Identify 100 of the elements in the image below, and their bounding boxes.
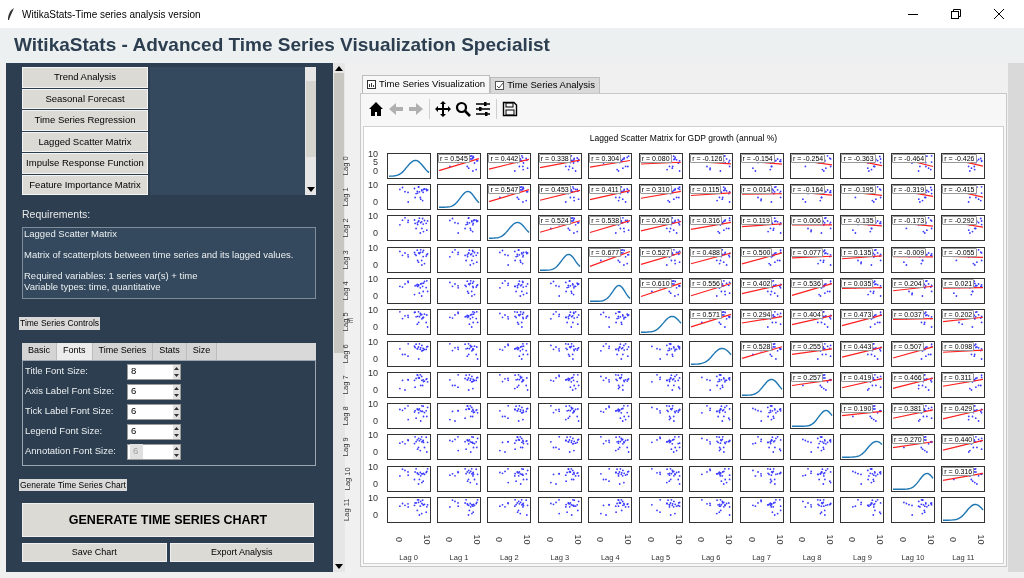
scroll-down-icon[interactable] — [306, 187, 315, 193]
tick-label: 0 — [373, 260, 379, 270]
chart-title: Lagged Scatter Matrix for GDP growth (annual %) — [589, 132, 778, 145]
spin-arrows-icon[interactable] — [173, 404, 180, 419]
tab[interactable]: Stats — [153, 342, 187, 360]
requirements-text-box[interactable]: Lagged Scatter Matrix Matrix of scatterplots between time series and its lagged values. Required variables: 1 series var(s) + time Variable types: time, quantitative — [22, 226, 316, 299]
scroll-up-icon[interactable] — [335, 65, 343, 71]
close-icon[interactable] — [994, 9, 1004, 19]
tick-label: 0 — [897, 537, 907, 543]
scatter-plot — [436, 277, 481, 304]
scatter-plot — [436, 309, 481, 336]
density-plot — [739, 371, 784, 398]
spinbox[interactable]: 6 — [127, 423, 181, 440]
analysis-button[interactable]: Seasonal Forecast — [22, 88, 148, 109]
tick-label: 0 — [746, 537, 756, 543]
action-button[interactable]: Export Analysis — [169, 543, 314, 563]
scatter-plot — [436, 403, 481, 430]
scatter-plot — [638, 497, 683, 523]
tick-label: 0 — [373, 229, 379, 239]
analysis-button[interactable]: Trend Analysis — [22, 67, 148, 88]
tab[interactable]: Size — [186, 342, 218, 360]
scatter-plot — [588, 497, 633, 523]
scatter-plot — [537, 465, 582, 492]
scatter-plot — [487, 403, 532, 430]
scatter-plot — [638, 434, 683, 461]
analysis-button[interactable]: Lagged Scatter Matrix — [22, 131, 148, 152]
analysis-button[interactable]: Feature Importance Matrix — [22, 174, 148, 195]
scatter-plot — [689, 465, 734, 492]
search-icon[interactable] — [455, 101, 471, 117]
restore-icon[interactable] — [951, 9, 961, 19]
tab[interactable]: Time Series — [92, 342, 154, 360]
scatter-plot — [386, 340, 431, 367]
scatter-plot — [537, 340, 582, 367]
spinbox[interactable]: 6 — [127, 383, 181, 400]
home-icon[interactable] — [368, 101, 384, 117]
generate-button[interactable]: GENERATE TIME SERIES CHART — [22, 503, 314, 538]
tick-label: 10 — [368, 181, 379, 191]
tab[interactable]: Basic — [22, 342, 57, 360]
save-icon[interactable] — [502, 101, 518, 117]
scatter-plot — [487, 465, 532, 492]
tick-label: 0 — [847, 537, 857, 543]
tick-label: 10 — [368, 462, 379, 472]
scatter-plot — [487, 277, 532, 304]
scatter-plot — [386, 277, 431, 304]
tick-label: 0 — [373, 511, 379, 520]
tab[interactable]: Time Series Analysis — [490, 77, 600, 93]
spin-arrows-icon[interactable] — [173, 384, 180, 399]
spinbox[interactable]: 8 — [127, 363, 181, 380]
scatter-plot — [588, 309, 633, 336]
field-label: Legend Font Size: — [24, 424, 104, 439]
scatter-plot — [386, 246, 431, 273]
spin-arrows-icon[interactable] — [173, 364, 180, 379]
tick-label: 0 — [373, 198, 379, 208]
scatter-plot — [739, 434, 784, 461]
scroll-thumb[interactable] — [305, 81, 316, 157]
tick-label: 0 — [373, 354, 379, 364]
scatter-plot — [487, 371, 532, 398]
tab[interactable]: Time Series Visualization — [362, 75, 491, 93]
analysis-button[interactable]: Time Series Regression — [22, 110, 148, 131]
list-scrollbar[interactable] — [305, 67, 316, 195]
section-label: Generate Time Series Chart — [19, 478, 127, 492]
feather-icon — [6, 7, 16, 21]
requirements-text: Matrix of scatterplots between time series and its lagged values. — [24, 248, 295, 260]
scrollbar[interactable] — [333, 63, 345, 572]
tab[interactable]: Fonts — [57, 342, 93, 360]
scroll-down-icon[interactable] — [335, 564, 343, 570]
density-plot — [941, 497, 986, 523]
scroll-thumb[interactable] — [334, 73, 344, 353]
sliders-icon[interactable] — [475, 101, 491, 117]
scatter-plot — [386, 434, 431, 461]
action-button[interactable]: Save Chart — [22, 543, 167, 563]
move-icon[interactable] — [435, 101, 451, 117]
scatter-plot — [588, 403, 633, 430]
scatter-plot — [386, 465, 431, 492]
scatter-plot — [386, 403, 431, 430]
scatter-plot — [436, 434, 481, 461]
analysis-button[interactable]: Impulse Response Function — [22, 153, 148, 174]
scatter-plot — [588, 465, 633, 492]
scatter-plot — [487, 340, 532, 367]
scatter-plot — [739, 403, 784, 430]
tick-label: 10 — [368, 149, 379, 159]
tick-label: 0 — [444, 537, 453, 543]
spinbox[interactable]: 6 — [127, 403, 181, 420]
tick-label: 10 — [875, 534, 884, 545]
density-plot — [840, 434, 885, 461]
scatter-plot — [790, 465, 835, 492]
tick-label: 10 — [368, 368, 379, 378]
tick-label: 0 — [645, 537, 655, 543]
tick-label: 5 — [373, 158, 379, 168]
tick-label: 0 — [797, 537, 807, 543]
scatter-plot — [537, 497, 582, 523]
tick-label: 0 — [393, 537, 403, 543]
scatter-plot — [537, 277, 582, 304]
scatter-plot — [487, 434, 532, 461]
spin-arrows-icon[interactable] — [173, 424, 180, 439]
tick-label: 0 — [373, 166, 379, 176]
scatter-plot — [386, 184, 431, 211]
tick-label: 10 — [925, 534, 935, 545]
density-plot — [790, 403, 835, 430]
density-plot — [689, 340, 734, 367]
